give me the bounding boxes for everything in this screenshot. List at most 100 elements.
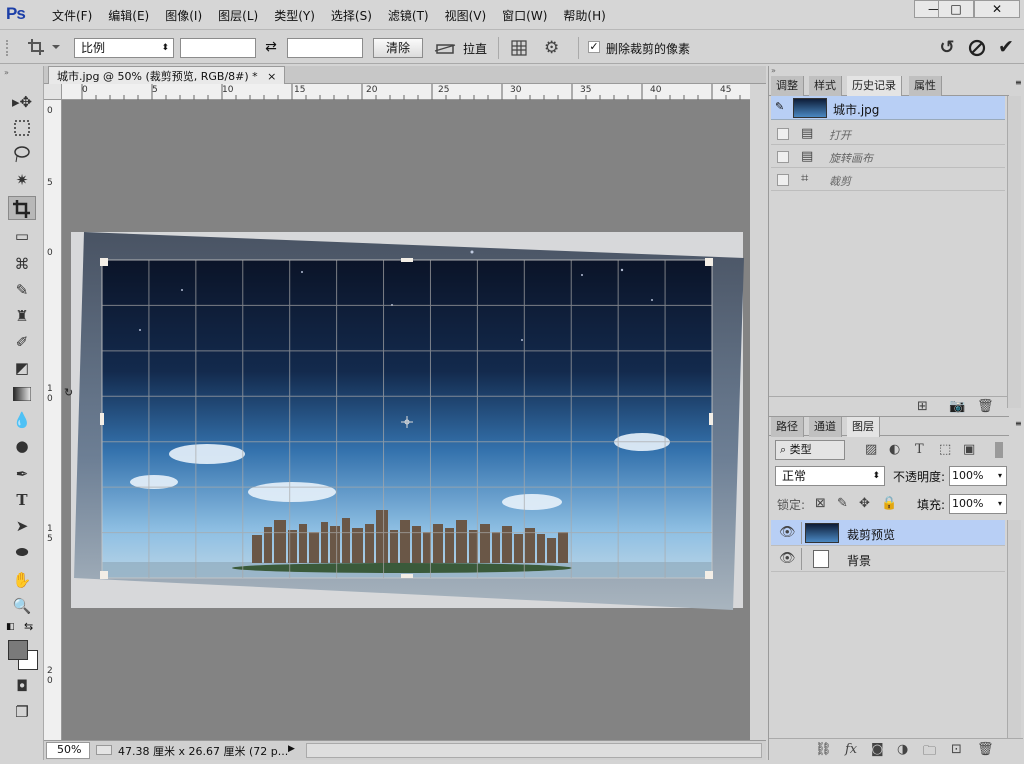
layers-scrollbar[interactable] (1007, 520, 1021, 738)
clear-button[interactable]: 清除 (373, 38, 423, 58)
history-snapshot-row[interactable]: ✎ 城市.jpg (771, 96, 1005, 120)
history-source-checkbox[interactable] (777, 174, 789, 186)
tab-properties[interactable]: 属性 (909, 76, 942, 96)
tab-history[interactable]: 历史记录 (847, 76, 902, 96)
adjustment-icon[interactable]: ◑ (897, 742, 908, 757)
status-info-icon[interactable] (96, 745, 112, 755)
new-document-from-state-icon[interactable]: ⊞ (917, 399, 928, 414)
overlay-grid-icon[interactable] (510, 39, 532, 57)
ruler-tool-icon[interactable]: ▭ (8, 224, 36, 248)
quick-mask-icon[interactable]: ◘ (8, 674, 36, 698)
menu-type[interactable]: 类型(Y) (266, 7, 323, 24)
ellipse-tool-icon[interactable]: ⬬ (8, 540, 36, 564)
link-icon[interactable]: ⛓ (815, 742, 832, 757)
type-tool-icon[interactable]: T (8, 488, 36, 512)
grip-handle[interactable] (6, 40, 12, 56)
tab-paths[interactable]: 路径 (771, 417, 804, 437)
panel-menu-icon[interactable]: ≡ (1015, 78, 1023, 87)
hand-tool-icon[interactable]: ✋ (8, 568, 36, 592)
lasso-tool-icon[interactable] (8, 142, 36, 166)
lock-all-icon[interactable]: 🔒 (881, 496, 897, 511)
reset-crop-icon[interactable]: ↺ (936, 37, 958, 59)
adjustment-filter-icon[interactable]: ◐ (889, 442, 900, 457)
fx-icon[interactable]: fx (845, 742, 857, 757)
panel-collapse-icon[interactable]: » (771, 66, 1021, 75)
blur-tool-icon[interactable]: 💧 (8, 408, 36, 432)
menu-layer[interactable]: 图层(L) (210, 7, 266, 24)
history-item[interactable]: ⌗ 裁剪 (771, 168, 1005, 191)
layer-row-crop-preview[interactable]: 👁 裁剪预览 (771, 520, 1005, 546)
trash-icon[interactable]: 🗑 (977, 399, 994, 414)
menu-image[interactable]: 图像(I) (157, 7, 210, 24)
screen-mode-icon[interactable]: ❐ (8, 700, 36, 724)
history-source-checkbox[interactable] (777, 151, 789, 163)
chevron-down-icon[interactable]: ▾ (998, 495, 1002, 513)
path-selection-tool-icon[interactable]: ➤ (8, 514, 36, 538)
crop-tool-preset-icon[interactable] (26, 35, 62, 59)
swap-colors-icon[interactable]: ⇆ (24, 620, 38, 633)
close-button[interactable]: ✕ (974, 0, 1020, 18)
group-icon[interactable]: 🗀 (923, 742, 936, 764)
magic-wand-tool-icon[interactable]: ✷ (8, 168, 36, 192)
panel-collapse-icon[interactable]: » (4, 68, 40, 77)
clone-stamp-tool-icon[interactable]: ♜ (8, 304, 36, 328)
eye-icon[interactable]: 👁 (779, 551, 796, 566)
delete-pixels-checkbox[interactable]: ✓ (588, 41, 600, 53)
lock-transparency-icon[interactable]: ⊠ (815, 496, 826, 511)
swap-icon[interactable]: ⇄ (262, 39, 280, 57)
mask-icon[interactable]: ◙ (871, 742, 884, 757)
smart-object-filter-icon[interactable]: ▣ (963, 442, 975, 457)
shape-filter-icon[interactable]: ⬚ (939, 442, 951, 457)
zoom-field[interactable]: 50% (46, 742, 90, 759)
layer-row-background[interactable]: 👁 背景 (771, 546, 1005, 572)
new-layer-icon[interactable]: ⊡ (951, 742, 962, 757)
tab-adjustments[interactable]: 调整 (771, 76, 804, 96)
healing-brush-tool-icon[interactable]: ⌘ (8, 252, 36, 276)
straighten-label[interactable]: 拉直 (463, 40, 487, 57)
commit-crop-icon[interactable]: ✔ (998, 36, 1020, 58)
panel-menu-icon[interactable]: ≡ (1015, 419, 1023, 428)
document-tab[interactable]: 城市.jpg @ 50% (裁剪预览, RGB/8#) * × (48, 66, 286, 84)
history-source-checkbox[interactable] (777, 128, 789, 140)
horizontal-scrollbar[interactable] (306, 743, 762, 758)
blend-mode-select[interactable]: 正常 ⬍ (775, 466, 885, 486)
camera-icon[interactable]: 📷 (949, 399, 965, 414)
tab-channels[interactable]: 通道 (809, 417, 842, 437)
menu-help[interactable]: 帮助(H) (555, 7, 613, 24)
eraser-tool-icon[interactable]: ◩ (8, 356, 36, 380)
horizontal-ruler[interactable]: 0 5 10 15 20 25 30 35 40 45 (62, 84, 750, 100)
document-canvas[interactable]: ↻ (62, 100, 750, 740)
gear-icon[interactable]: ⚙ (544, 38, 566, 58)
restore-button[interactable]: □ (938, 0, 974, 18)
eye-icon[interactable]: 👁 (779, 525, 796, 540)
lock-pixels-icon[interactable]: ✎ (837, 496, 848, 511)
pixel-layer-filter-icon[interactable]: ▨ (865, 442, 877, 457)
history-brush-source-icon[interactable]: ✎ (775, 100, 784, 113)
menu-file[interactable]: 文件(F) (44, 7, 100, 24)
layer-filter-select[interactable]: ⌕ 类型 (775, 440, 845, 460)
fill-field[interactable]: 100% ▾ (949, 494, 1007, 514)
marquee-tool-icon[interactable] (8, 116, 36, 140)
history-item[interactable]: ▤ 旋转画布 (771, 145, 1005, 168)
zoom-tool-icon[interactable]: 🔍 (8, 594, 36, 618)
history-brush-tool-icon[interactable]: ✐ (8, 330, 36, 354)
move-tool-icon[interactable]: ▸✥ (8, 90, 36, 114)
menu-view[interactable]: 视图(V) (437, 7, 495, 24)
tab-styles[interactable]: 样式 (809, 76, 842, 96)
chevron-down-icon[interactable]: ▾ (998, 467, 1002, 485)
height-field[interactable] (287, 38, 363, 58)
menu-filter[interactable]: 滤镜(T) (380, 7, 437, 24)
brush-tool-icon[interactable]: ✎ (8, 278, 36, 302)
tab-layers[interactable]: 图层 (847, 417, 880, 437)
opacity-field[interactable]: 100% ▾ (949, 466, 1007, 486)
history-scrollbar[interactable] (1007, 96, 1021, 408)
lock-position-icon[interactable]: ✥ (859, 496, 870, 511)
straighten-icon[interactable] (434, 39, 456, 57)
type-filter-icon[interactable]: T (915, 442, 924, 457)
cancel-crop-icon[interactable] (966, 37, 988, 59)
width-field[interactable] (180, 38, 256, 58)
menu-select[interactable]: 选择(S) (323, 7, 380, 24)
vertical-ruler[interactable]: 0 5 0 1 0 1 5 2 0 (44, 100, 62, 740)
crop-tool-icon[interactable] (8, 196, 36, 220)
pen-tool-icon[interactable]: ✒ (8, 462, 36, 486)
